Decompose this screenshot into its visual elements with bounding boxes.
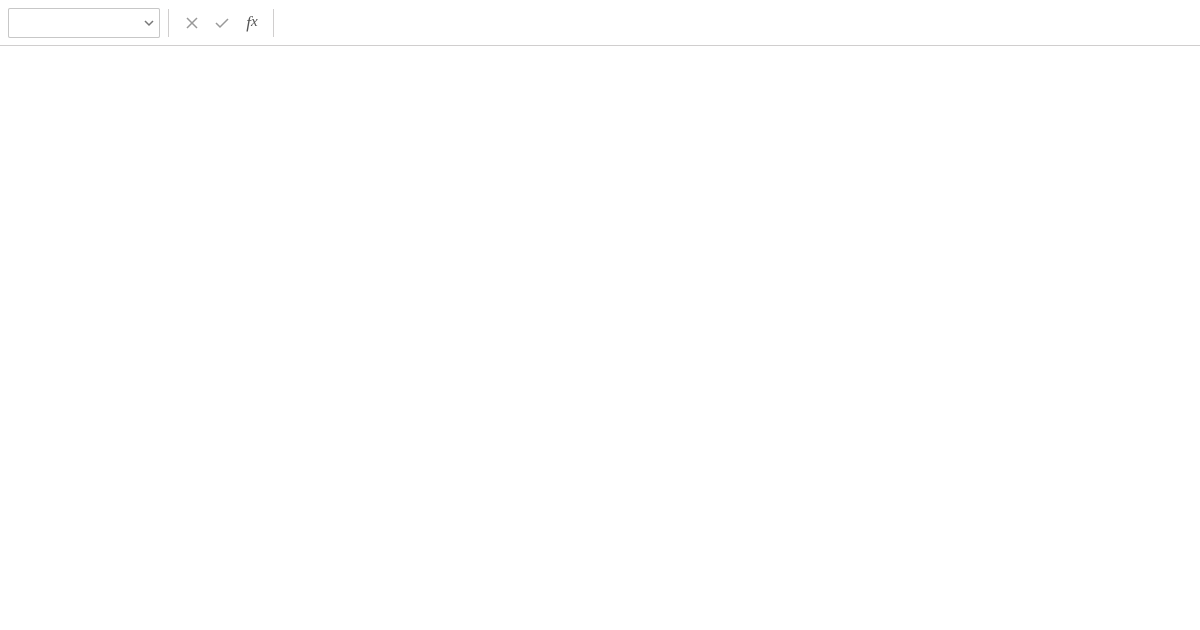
name-box[interactable] [9,12,137,34]
fx-button[interactable]: fx [239,13,265,33]
formula-bar: fx [0,0,1200,46]
formula-input[interactable] [284,11,1192,35]
check-icon [214,16,230,30]
name-box-wrap [8,8,160,38]
divider [273,9,274,37]
cancel-button[interactable] [179,9,205,37]
name-box-dropdown[interactable] [137,17,159,29]
enter-button[interactable] [209,9,235,37]
divider [168,9,169,37]
x-icon [185,16,199,30]
chevron-down-icon [143,17,155,29]
spreadsheet-grid[interactable] [0,46,1200,630]
